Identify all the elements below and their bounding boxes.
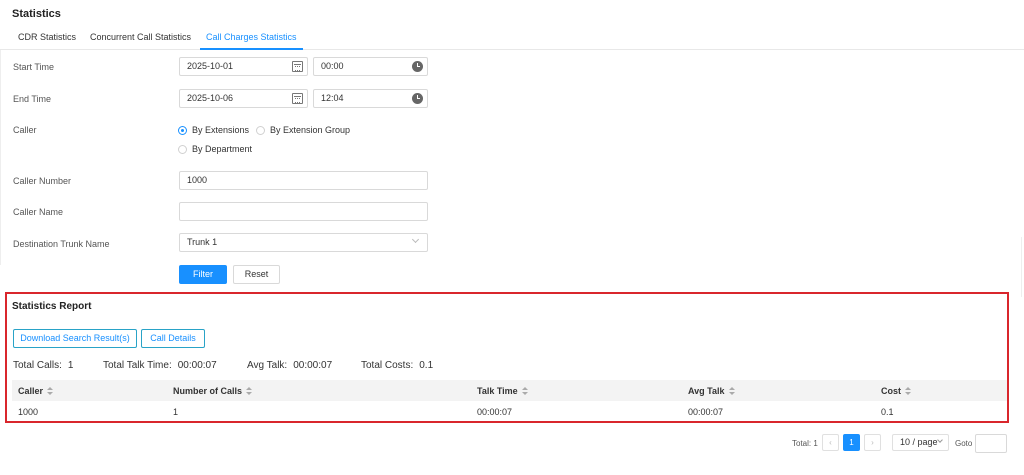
- end-time-picker[interactable]: 12:04: [313, 89, 428, 108]
- sort-icon[interactable]: [246, 386, 253, 396]
- destination-trunk-select[interactable]: Trunk 1: [179, 233, 428, 252]
- column-header-avg-talk[interactable]: Avg Talk: [688, 386, 735, 396]
- radio-label: By Department: [192, 144, 253, 154]
- table-cell-cost: 0.1: [881, 407, 894, 417]
- radio-by-extensions[interactable]: By Extensions: [178, 125, 249, 135]
- summary-value: 0.1: [419, 360, 434, 371]
- tab-cdr-statistics[interactable]: CDR Statistics: [18, 32, 76, 50]
- clock-icon[interactable]: [412, 93, 423, 104]
- start-date-picker[interactable]: 2025-10-01: [179, 57, 308, 76]
- summary-value: 1: [67, 360, 74, 371]
- call-details-button[interactable]: Call Details: [141, 329, 205, 348]
- calendar-icon[interactable]: [292, 93, 303, 104]
- pagination-next-button[interactable]: ›: [864, 434, 881, 451]
- radio-by-department[interactable]: By Department: [178, 144, 252, 154]
- summary-total-costs: Total Costs: 0.1: [361, 360, 433, 371]
- download-search-results-button[interactable]: Download Search Result(s): [13, 329, 137, 348]
- filter-button[interactable]: Filter: [179, 265, 227, 284]
- pagination-prev-button[interactable]: ‹: [822, 434, 839, 451]
- page-title: Statistics: [12, 8, 61, 20]
- pagination-total: Total: 1: [792, 439, 818, 448]
- goto-label: Goto: [955, 439, 973, 448]
- summary-value: 00:00:07: [177, 360, 217, 371]
- start-time-value: 00:00: [321, 61, 344, 71]
- column-header-cost[interactable]: Cost: [881, 386, 911, 396]
- destination-trunk-value: Trunk 1: [187, 237, 218, 247]
- caller-number-input[interactable]: 1000: [179, 171, 428, 190]
- tab-concurrent-call-statistics[interactable]: Concurrent Call Statistics: [90, 32, 191, 50]
- radio-by-extension-group[interactable]: By Extension Group: [256, 125, 350, 135]
- radio-checked-icon[interactable]: [178, 125, 187, 135]
- caller-number-label: Caller Number: [13, 176, 72, 186]
- column-header-label: Avg Talk: [688, 386, 725, 396]
- tab-call-charges-statistics[interactable]: Call Charges Statistics: [200, 32, 303, 50]
- summary-label: Total Costs:: [361, 360, 414, 371]
- table-cell-talk-time: 00:00:07: [477, 407, 513, 417]
- report-title: Statistics Report: [12, 301, 92, 312]
- pagination-page-1[interactable]: 1: [843, 434, 860, 451]
- caller-name-input[interactable]: [179, 202, 428, 221]
- caller-name-label: Caller Name: [13, 207, 64, 217]
- summary-total-calls: Total Calls: 1: [13, 360, 73, 371]
- column-header-label: Number of Calls: [173, 386, 243, 396]
- summary-value: 00:00:07: [293, 360, 333, 371]
- chevron-down-icon: [412, 237, 423, 248]
- summary-label: Total Calls:: [13, 360, 62, 371]
- column-header-label: Cost: [881, 386, 901, 396]
- table-cell-avg-talk: 00:00:07: [688, 407, 724, 417]
- caller-number-value: 1000: [187, 175, 208, 185]
- calendar-icon[interactable]: [292, 61, 303, 72]
- end-date-picker[interactable]: 2025-10-06: [179, 89, 308, 108]
- summary-label: Avg Talk:: [247, 360, 288, 371]
- divider: [1021, 237, 1022, 297]
- end-date-value: 2025-10-06: [187, 93, 234, 103]
- summary-total-talk-time: Total Talk Time: 00:00:07: [103, 360, 217, 371]
- radio-unchecked-icon[interactable]: [178, 144, 187, 154]
- page-size-value: 10 / page: [900, 437, 938, 447]
- start-time-picker[interactable]: 00:00: [313, 57, 428, 76]
- tab-bar: CDR Statistics Concurrent Call Statistic…: [0, 28, 1024, 50]
- sort-icon[interactable]: [521, 386, 528, 396]
- end-time-value: 12:04: [321, 93, 344, 103]
- column-header-label: Caller: [18, 386, 44, 396]
- radio-label: By Extensions: [192, 125, 250, 135]
- column-header-number-of-calls[interactable]: Number of Calls: [173, 386, 253, 396]
- column-header-label: Talk Time: [477, 386, 518, 396]
- clock-icon[interactable]: [412, 61, 423, 72]
- radio-unchecked-icon[interactable]: [256, 125, 265, 135]
- page-size-select[interactable]: 10 / page: [892, 434, 949, 451]
- divider: [0, 50, 1, 265]
- sort-icon[interactable]: [905, 386, 911, 396]
- caller-label: Caller: [13, 125, 37, 135]
- summary-label: Total Talk Time:: [103, 360, 172, 371]
- column-header-talk-time[interactable]: Talk Time: [477, 386, 528, 396]
- goto-page-input[interactable]: [975, 434, 1007, 453]
- reset-button[interactable]: Reset: [233, 265, 280, 284]
- sort-icon[interactable]: [728, 386, 735, 396]
- table-cell-caller: 1000: [18, 407, 39, 417]
- radio-label: By Extension Group: [270, 125, 351, 135]
- end-time-label: End Time: [13, 94, 52, 104]
- statistics-report-panel: [5, 292, 1009, 423]
- column-header-caller[interactable]: Caller: [18, 386, 54, 396]
- table-cell-number-of-calls: 1: [173, 407, 179, 417]
- destination-trunk-label: Destination Trunk Name: [13, 239, 110, 249]
- start-date-value: 2025-10-01: [187, 61, 234, 71]
- summary-avg-talk: Avg Talk: 00:00:07: [247, 360, 332, 371]
- start-time-label: Start Time: [13, 62, 55, 72]
- chevron-down-icon: [938, 438, 943, 443]
- sort-icon[interactable]: [47, 386, 54, 396]
